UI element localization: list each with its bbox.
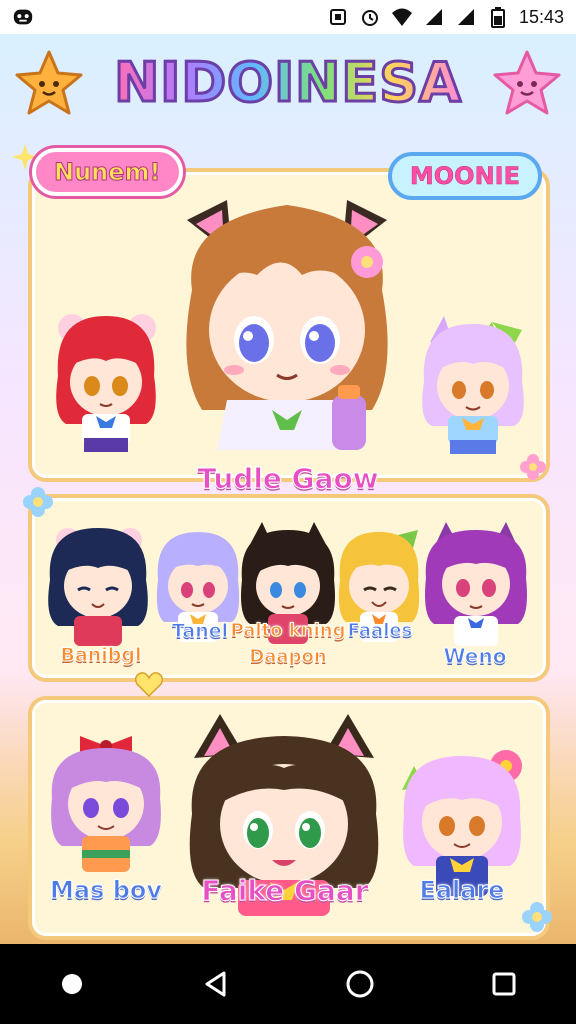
featured-left-tag[interactable]: Nunem!	[32, 148, 183, 196]
home-button[interactable]	[330, 954, 390, 1014]
flower-icon	[520, 454, 546, 480]
app-title: NIDOINESA	[113, 49, 463, 115]
signal-icon-2	[455, 6, 477, 28]
pink-star-mascot-icon[interactable]	[492, 48, 562, 118]
row2-label-3b: Daapon	[249, 646, 327, 668]
app-header: NIDOINESA	[0, 34, 576, 130]
flower-icon	[522, 902, 552, 932]
row3-left-label: Mas bov	[50, 876, 163, 905]
row3-left-character[interactable]	[44, 720, 168, 876]
battery-icon	[487, 6, 509, 28]
back-triangle-icon	[205, 971, 226, 997]
featured-main-label: Tudle Gaow	[197, 462, 379, 496]
assistant-dot-button[interactable]	[42, 954, 102, 1014]
recents-button[interactable]	[474, 954, 534, 1014]
back-button[interactable]	[186, 954, 246, 1014]
featured-right-character[interactable]	[414, 312, 532, 458]
status-left	[12, 6, 34, 28]
row3-right-label: Ealare	[419, 876, 505, 905]
star-mascot-icon[interactable]	[14, 48, 84, 118]
row2-label-3a: Palto kning	[230, 620, 346, 642]
alarm-icon	[359, 6, 381, 28]
nfc-icon	[327, 6, 349, 28]
app-notification-icon	[12, 6, 34, 28]
flower-icon	[23, 487, 53, 517]
row3-center-label: Faike Gaar	[201, 874, 369, 908]
signal-icon	[423, 6, 445, 28]
system-navigation-bar	[0, 944, 576, 1024]
wifi-icon	[391, 6, 413, 28]
row2-label-1: Banibgl	[60, 644, 142, 667]
status-right: 15:43	[327, 6, 564, 28]
featured-left-character[interactable]	[50, 306, 162, 456]
row2-label-4: Faales	[347, 620, 413, 642]
back-dot-icon	[62, 974, 82, 994]
row2-label-5: Weno	[443, 644, 507, 669]
recents-square-icon	[492, 972, 516, 996]
status-bar: 15:43	[0, 0, 576, 34]
home-circle-icon	[346, 970, 374, 998]
row2-char-5[interactable]	[418, 512, 534, 652]
heart-icon	[134, 672, 164, 698]
row2-char-1[interactable]	[42, 518, 154, 648]
status-time: 15:43	[518, 6, 564, 27]
phone-screen: 15:43 NIDOINESA Nunem! MOONIE Tudle Gaow…	[0, 0, 576, 1024]
app-content: NIDOINESA Nunem! MOONIE Tudle Gaow Banib…	[0, 34, 576, 944]
featured-main-character[interactable]	[162, 180, 412, 450]
